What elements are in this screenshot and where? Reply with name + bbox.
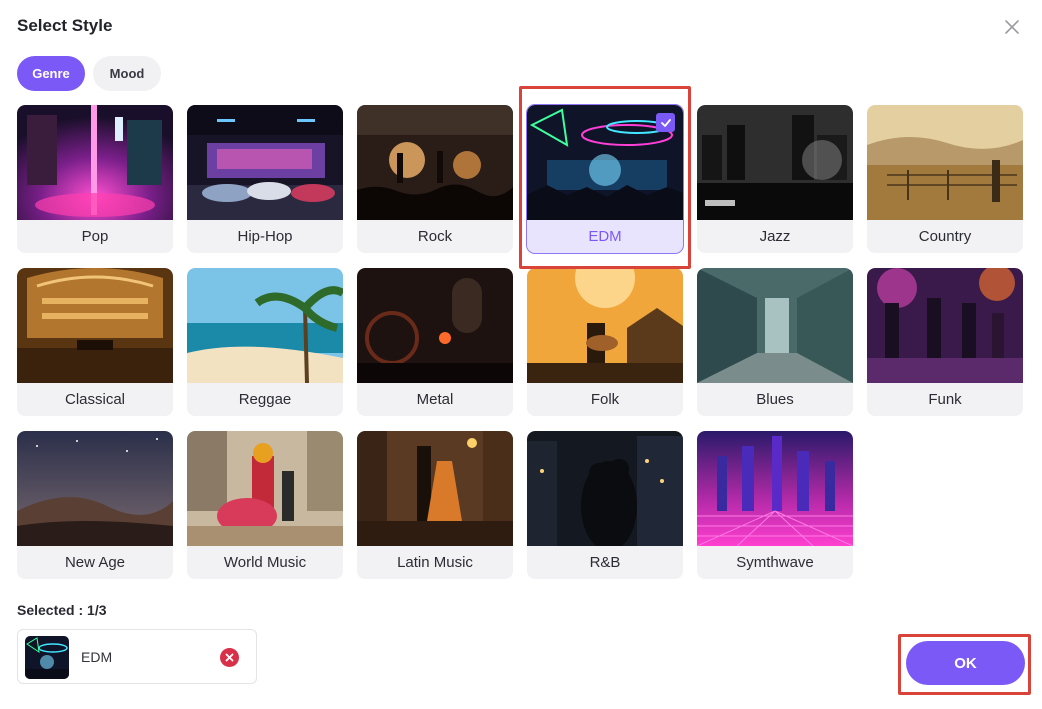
style-label: Pop [81,228,109,245]
rock-image [357,105,513,220]
style-card-classical[interactable]: Classical [17,268,173,416]
reggae-image [187,268,343,383]
style-card-latin-music[interactable]: Latin Music [357,431,513,579]
latin-music-image [357,431,513,546]
selected-item-thumbnail [25,636,69,679]
style-label: Funk [928,391,962,408]
style-card-reggae[interactable]: Reggae [187,268,343,416]
classical-image [17,268,173,383]
style-label: Classical [64,391,125,408]
style-label: Metal [416,391,454,408]
style-card-new-age[interactable]: New Age [17,431,173,579]
ok-button[interactable]: OK [906,641,1025,685]
style-card-pop[interactable]: Pop [17,105,173,253]
tab-genre[interactable]: Genre [17,56,85,91]
hip-hop-image [187,105,343,220]
style-label: Reggae [238,391,292,408]
style-card-symthwave[interactable]: Symthwave [697,431,853,579]
style-label: R&B [589,554,621,571]
style-tabs: Genre Mood [17,56,161,91]
style-label: Country [918,228,972,245]
style-card-funk[interactable]: Funk [867,268,1023,416]
folk-image [527,268,683,383]
style-label: World Music [223,554,307,571]
style-card-jazz[interactable]: Jazz [697,105,853,253]
close-icon[interactable] [1002,17,1022,37]
style-card-edm[interactable]: EDM [526,104,684,254]
blues-image [697,268,853,383]
tab-mood[interactable]: Mood [93,56,161,91]
style-label: Blues [756,391,794,408]
dialog-title: Select Style [17,16,113,35]
style-label: EDM [588,228,622,245]
funk-image [867,268,1023,383]
style-card-blues[interactable]: Blues [697,268,853,416]
style-card-world-music[interactable]: World Music [187,431,343,579]
symthwave-image [697,431,853,546]
selected-count: Selected : 1/3 [17,602,107,618]
style-card-hip-hop[interactable]: Hip-Hop [187,105,343,253]
world-music-image [187,431,343,546]
style-card-folk[interactable]: Folk [527,268,683,416]
country-image [867,105,1023,220]
style-label: Rock [417,228,453,245]
selected-item: EDM [17,629,257,684]
style-label: Symthwave [736,554,814,571]
style-label: Hip-Hop [237,228,293,245]
style-card-country[interactable]: Country [867,105,1023,253]
style-card-rnb[interactable]: R&B [527,431,683,579]
new-age-image [17,431,173,546]
style-label: Latin Music [397,554,473,571]
style-card-metal[interactable]: Metal [357,268,513,416]
jazz-image [697,105,853,220]
style-label: New Age [64,554,126,571]
rnb-image [527,431,683,546]
checkmark-icon [656,113,675,132]
style-label: Jazz [759,228,791,245]
style-label: Folk [590,391,620,408]
metal-image [357,268,513,383]
remove-icon[interactable] [220,648,239,667]
pop-image [17,105,173,220]
style-card-rock[interactable]: Rock [357,105,513,253]
selected-item-label: EDM [81,649,113,665]
